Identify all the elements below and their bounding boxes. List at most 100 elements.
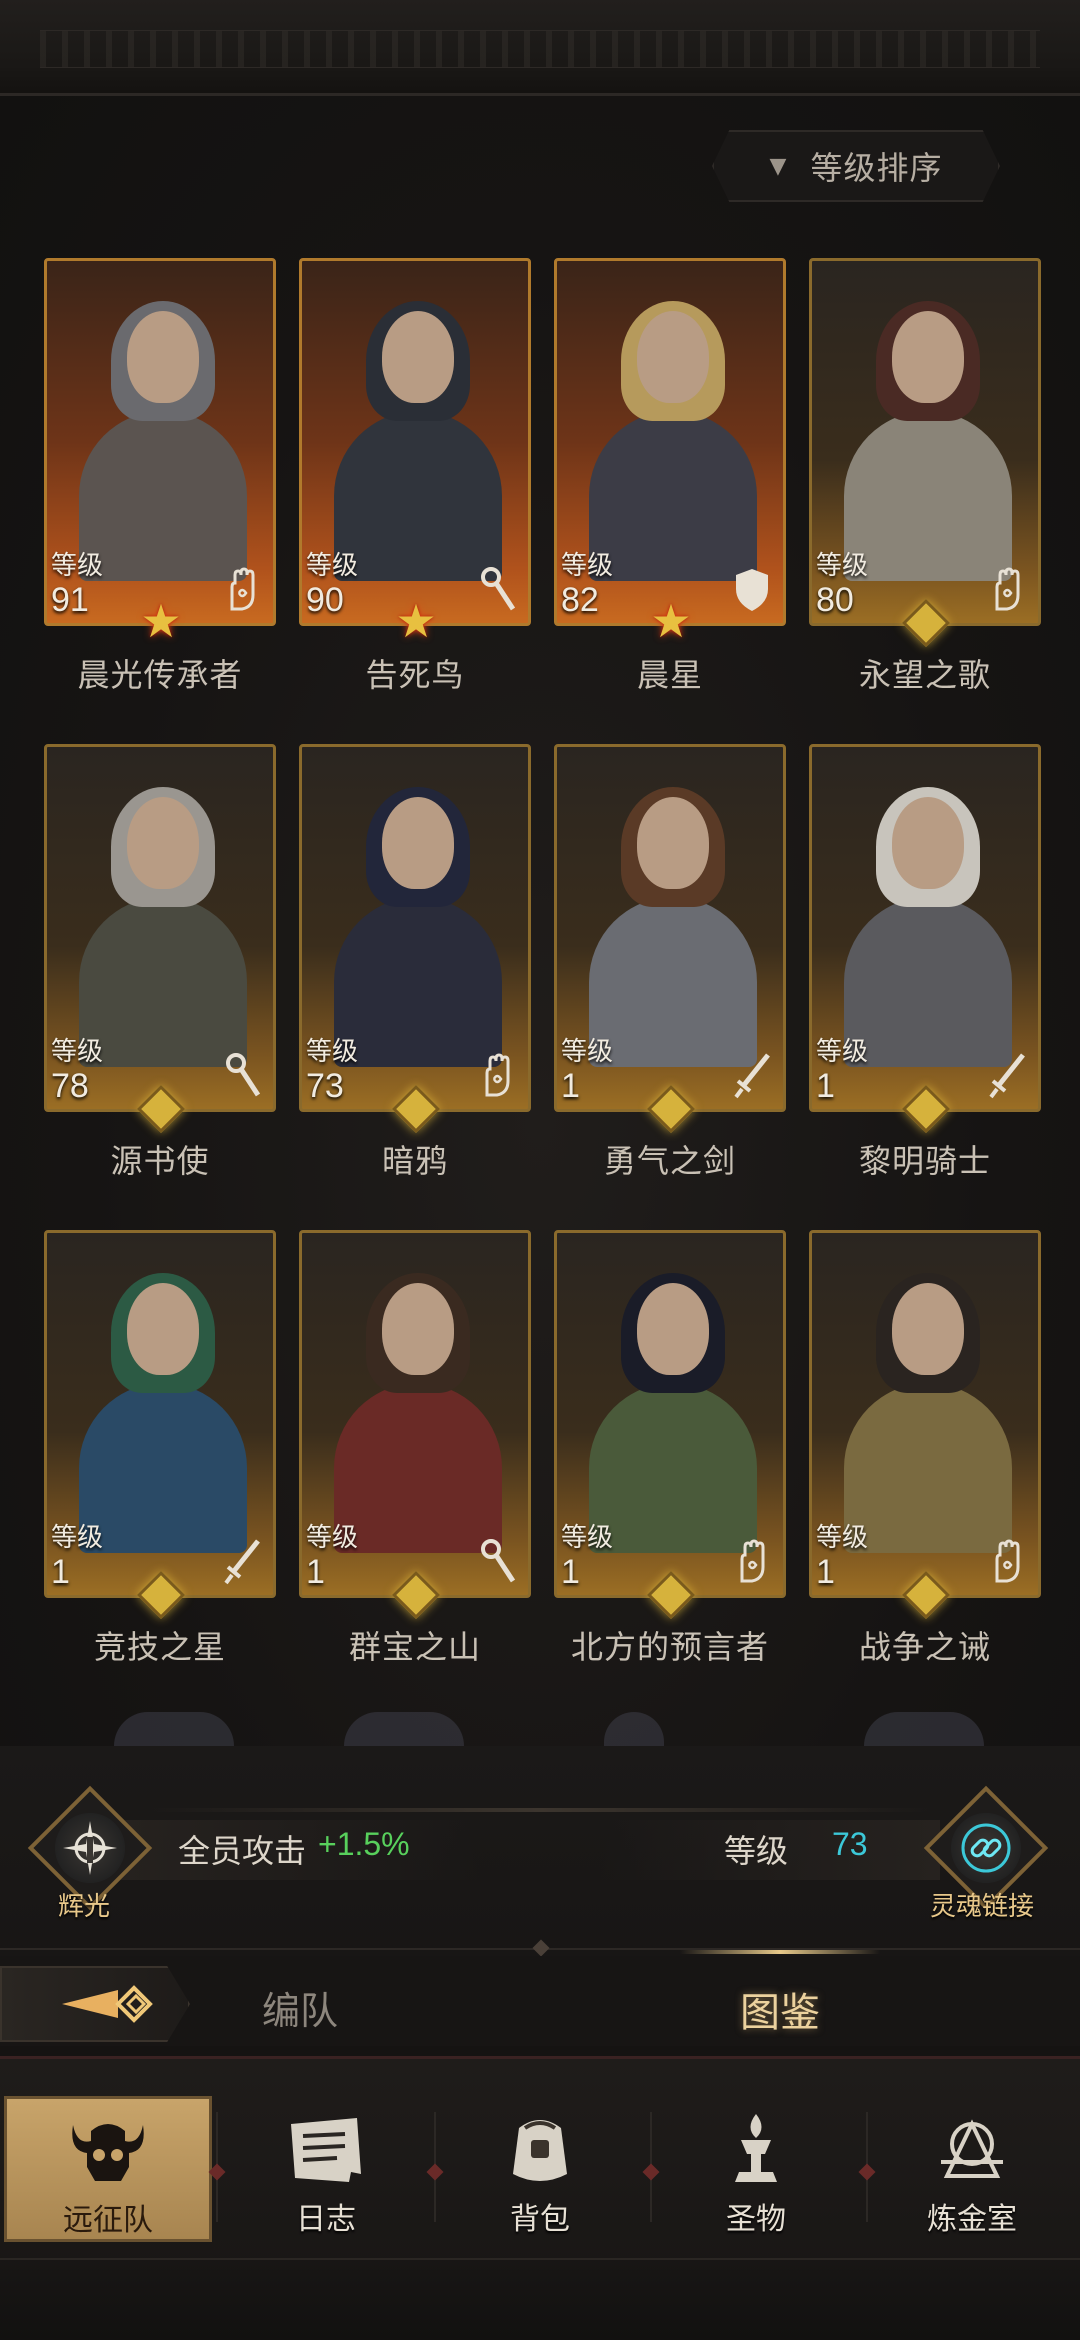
- tab-codex[interactable]: 图鉴: [740, 1980, 820, 2038]
- chevron-down-icon: ▼: [769, 153, 787, 179]
- hero-card[interactable]: 等级 1 勇气之剑: [554, 744, 786, 1180]
- hero-name: 竞技之星: [93, 1628, 226, 1666]
- hero-portrait-frame: 等级 1: [809, 1230, 1041, 1598]
- hero-level: 等级 80: [816, 551, 896, 623]
- hero-name: 暗鸦: [381, 1142, 448, 1180]
- hero-level-label: 等级: [816, 1037, 869, 1067]
- hero-portrait: [326, 787, 510, 1067]
- hero-level-label: 等级: [561, 551, 614, 581]
- hero-level-value: 1: [51, 1553, 70, 1591]
- hero-level: 等级 1: [306, 1523, 386, 1595]
- sword-icon: [984, 1047, 1030, 1103]
- hero-level-label: 等级: [306, 1523, 359, 1553]
- top-ornament-bar: [0, 0, 1080, 96]
- nav-item[interactable]: 日志: [226, 2098, 426, 2238]
- hero-name: 战争之诫: [858, 1628, 991, 1666]
- hero-card[interactable]: 等级 82 ★ 晨星: [554, 258, 786, 694]
- shield-icon: [729, 561, 775, 617]
- hero-level: 等级 78: [51, 1037, 131, 1109]
- hero-portrait: [581, 1273, 765, 1553]
- star-badge-icon: ★: [650, 594, 692, 648]
- hero-portrait: [71, 787, 255, 1067]
- hero-level: 等级 1: [561, 1523, 641, 1595]
- hero-card[interactable]: 等级 78 源书使: [44, 744, 276, 1180]
- hero-portrait-frame: 等级 1: [44, 1230, 276, 1598]
- hero-level-label: 等级: [561, 1037, 614, 1067]
- attack-bonus-value: +1.5%: [318, 1826, 410, 1862]
- hero-portrait: [836, 1273, 1020, 1553]
- hero-card[interactable]: 等级 1 竞技之星: [44, 1230, 276, 1666]
- hero-card[interactable]: 等级 80 永望之歌: [809, 258, 1041, 694]
- hero-portrait: [836, 787, 1020, 1067]
- hero-portrait: [326, 1273, 510, 1553]
- hero-level-value: 1: [561, 1553, 580, 1591]
- hero-name: 勇气之剑: [603, 1142, 736, 1180]
- hero-card[interactable]: 等级 91 ★ 晨光传承者: [44, 258, 276, 694]
- hero-level: 等级 1: [51, 1523, 131, 1595]
- hero-level-value: 80: [816, 581, 854, 619]
- hero-portrait-frame: 等级 82: [554, 258, 786, 626]
- hero-portrait-frame: 等级 78: [44, 744, 276, 1112]
- radiance-label: 辉光: [58, 1892, 111, 1922]
- sword-icon: [219, 1533, 265, 1589]
- compass-icon: [55, 1813, 125, 1883]
- hero-portrait-frame: 等级 80: [809, 258, 1041, 626]
- hero-portrait: [581, 301, 765, 581]
- hero-name: 北方的预言者: [570, 1628, 769, 1666]
- hero-portrait-frame: 等级 91: [44, 258, 276, 626]
- relic-icon: [711, 2098, 801, 2194]
- soul-link-label: 灵魂链接: [930, 1892, 1035, 1922]
- hero-portrait: [326, 301, 510, 581]
- star-badge-icon: ★: [140, 594, 182, 648]
- hero-name: 黎明骑士: [858, 1142, 991, 1180]
- hero-level: 等级 1: [816, 1523, 896, 1595]
- nav-item[interactable]: 圣物: [656, 2098, 856, 2238]
- hero-level-label: 等级: [561, 1523, 614, 1553]
- hero-level: 等级 1: [816, 1037, 896, 1109]
- hero-level-label: 等级: [306, 1037, 359, 1067]
- hero-portrait: [581, 787, 765, 1067]
- hero-level: 等级 90: [306, 551, 386, 623]
- hero-card[interactable]: 等级 1 北方的预言者: [554, 1230, 786, 1666]
- hero-level: 等级 73: [306, 1037, 386, 1109]
- hero-level-value: 73: [306, 1067, 344, 1105]
- hero-name: 告死鸟: [365, 656, 465, 694]
- team-level-label: 等级: [724, 1832, 789, 1870]
- sort-by-level-button[interactable]: ▼ 等级排序: [712, 130, 1000, 202]
- nav-item[interactable]: 远征队: [4, 2096, 212, 2242]
- hero-card[interactable]: 等级 90 ★ 告死鸟: [299, 258, 531, 694]
- hero-level-value: 1: [561, 1067, 580, 1105]
- hero-portrait-frame: 等级 90: [299, 258, 531, 626]
- hero-level-value: 1: [816, 1553, 835, 1591]
- sort-button-label: 等级排序: [810, 149, 943, 187]
- staff-icon: [474, 1533, 520, 1589]
- nav-item[interactable]: 炼金室: [872, 2098, 1072, 2238]
- next-row-partial: [44, 1712, 1044, 1746]
- hero-name: 晨光传承者: [77, 656, 243, 694]
- star-badge-icon: ★: [395, 594, 437, 648]
- active-tab-indicator: [680, 1950, 880, 1954]
- team-level-value: 73: [832, 1826, 868, 1862]
- nav-item[interactable]: 背包: [440, 2098, 640, 2238]
- hero-card[interactable]: 等级 1 战争之诫: [809, 1230, 1041, 1666]
- hero-card[interactable]: 等级 1 群宝之山: [299, 1230, 531, 1666]
- hero-level-value: 82: [561, 581, 599, 619]
- tab-team[interactable]: 编队: [262, 1980, 338, 2035]
- hero-card[interactable]: 等级 1 黎明骑士: [809, 744, 1041, 1180]
- hero-name: 晨星: [636, 656, 703, 694]
- hero-level: 等级 91: [51, 551, 131, 623]
- staff-icon: [474, 561, 520, 617]
- hero-level-value: 90: [306, 581, 344, 619]
- hero-portrait: [71, 1273, 255, 1553]
- hero-level-label: 等级: [51, 551, 104, 581]
- hero-card[interactable]: 等级 73 暗鸦: [299, 744, 531, 1180]
- staff-icon: [219, 1047, 265, 1103]
- hero-level-value: 1: [306, 1553, 325, 1591]
- hero-level-label: 等级: [306, 551, 359, 581]
- attack-bonus-label: 全员攻击: [178, 1832, 307, 1870]
- hero-portrait-frame: 等级 1: [809, 744, 1041, 1112]
- nav-label: 远征队: [63, 2203, 153, 2238]
- hero-level-value: 1: [816, 1067, 835, 1105]
- hand-icon: [219, 561, 265, 617]
- skull-helmet-icon: [63, 2099, 153, 2195]
